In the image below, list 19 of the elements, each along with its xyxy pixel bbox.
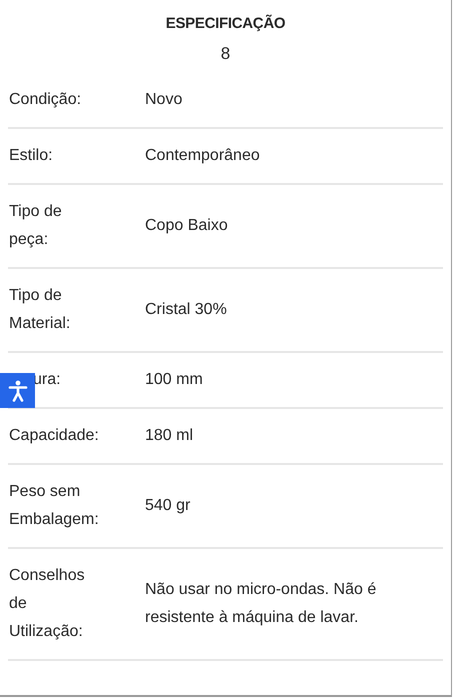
spec-value: Cristal 30% <box>145 300 228 320</box>
item-count: 8 <box>220 44 232 64</box>
spec-value: 100 mm <box>145 370 204 390</box>
spec-value: Contemporâneo <box>145 146 261 166</box>
spec-label: Estilo: <box>9 147 53 164</box>
spec-label: Conselhos de Utilização: <box>9 567 85 640</box>
accessibility-button[interactable] <box>0 373 35 408</box>
spec-label: Tipo de Material: <box>9 287 70 332</box>
section-title: ESPECIFICAÇÃO <box>164 14 286 32</box>
spec-value: Não usar no micro-ondas. Não é resistente à máquina de lavar. <box>145 580 378 628</box>
spec-label: Tipo de peça: <box>9 203 62 248</box>
spec-label: Condição: <box>9 91 82 108</box>
spec-value: 180 ml <box>145 426 194 446</box>
accessibility-icon <box>8 380 28 402</box>
spec-label: Peso sem Embalagem: <box>9 483 99 528</box>
spec-value: Novo <box>145 90 184 110</box>
spec-value: Copo Baixo <box>145 216 229 236</box>
spec-value: 540 gr <box>145 496 192 516</box>
spec-label: Capacidade: <box>9 427 99 444</box>
